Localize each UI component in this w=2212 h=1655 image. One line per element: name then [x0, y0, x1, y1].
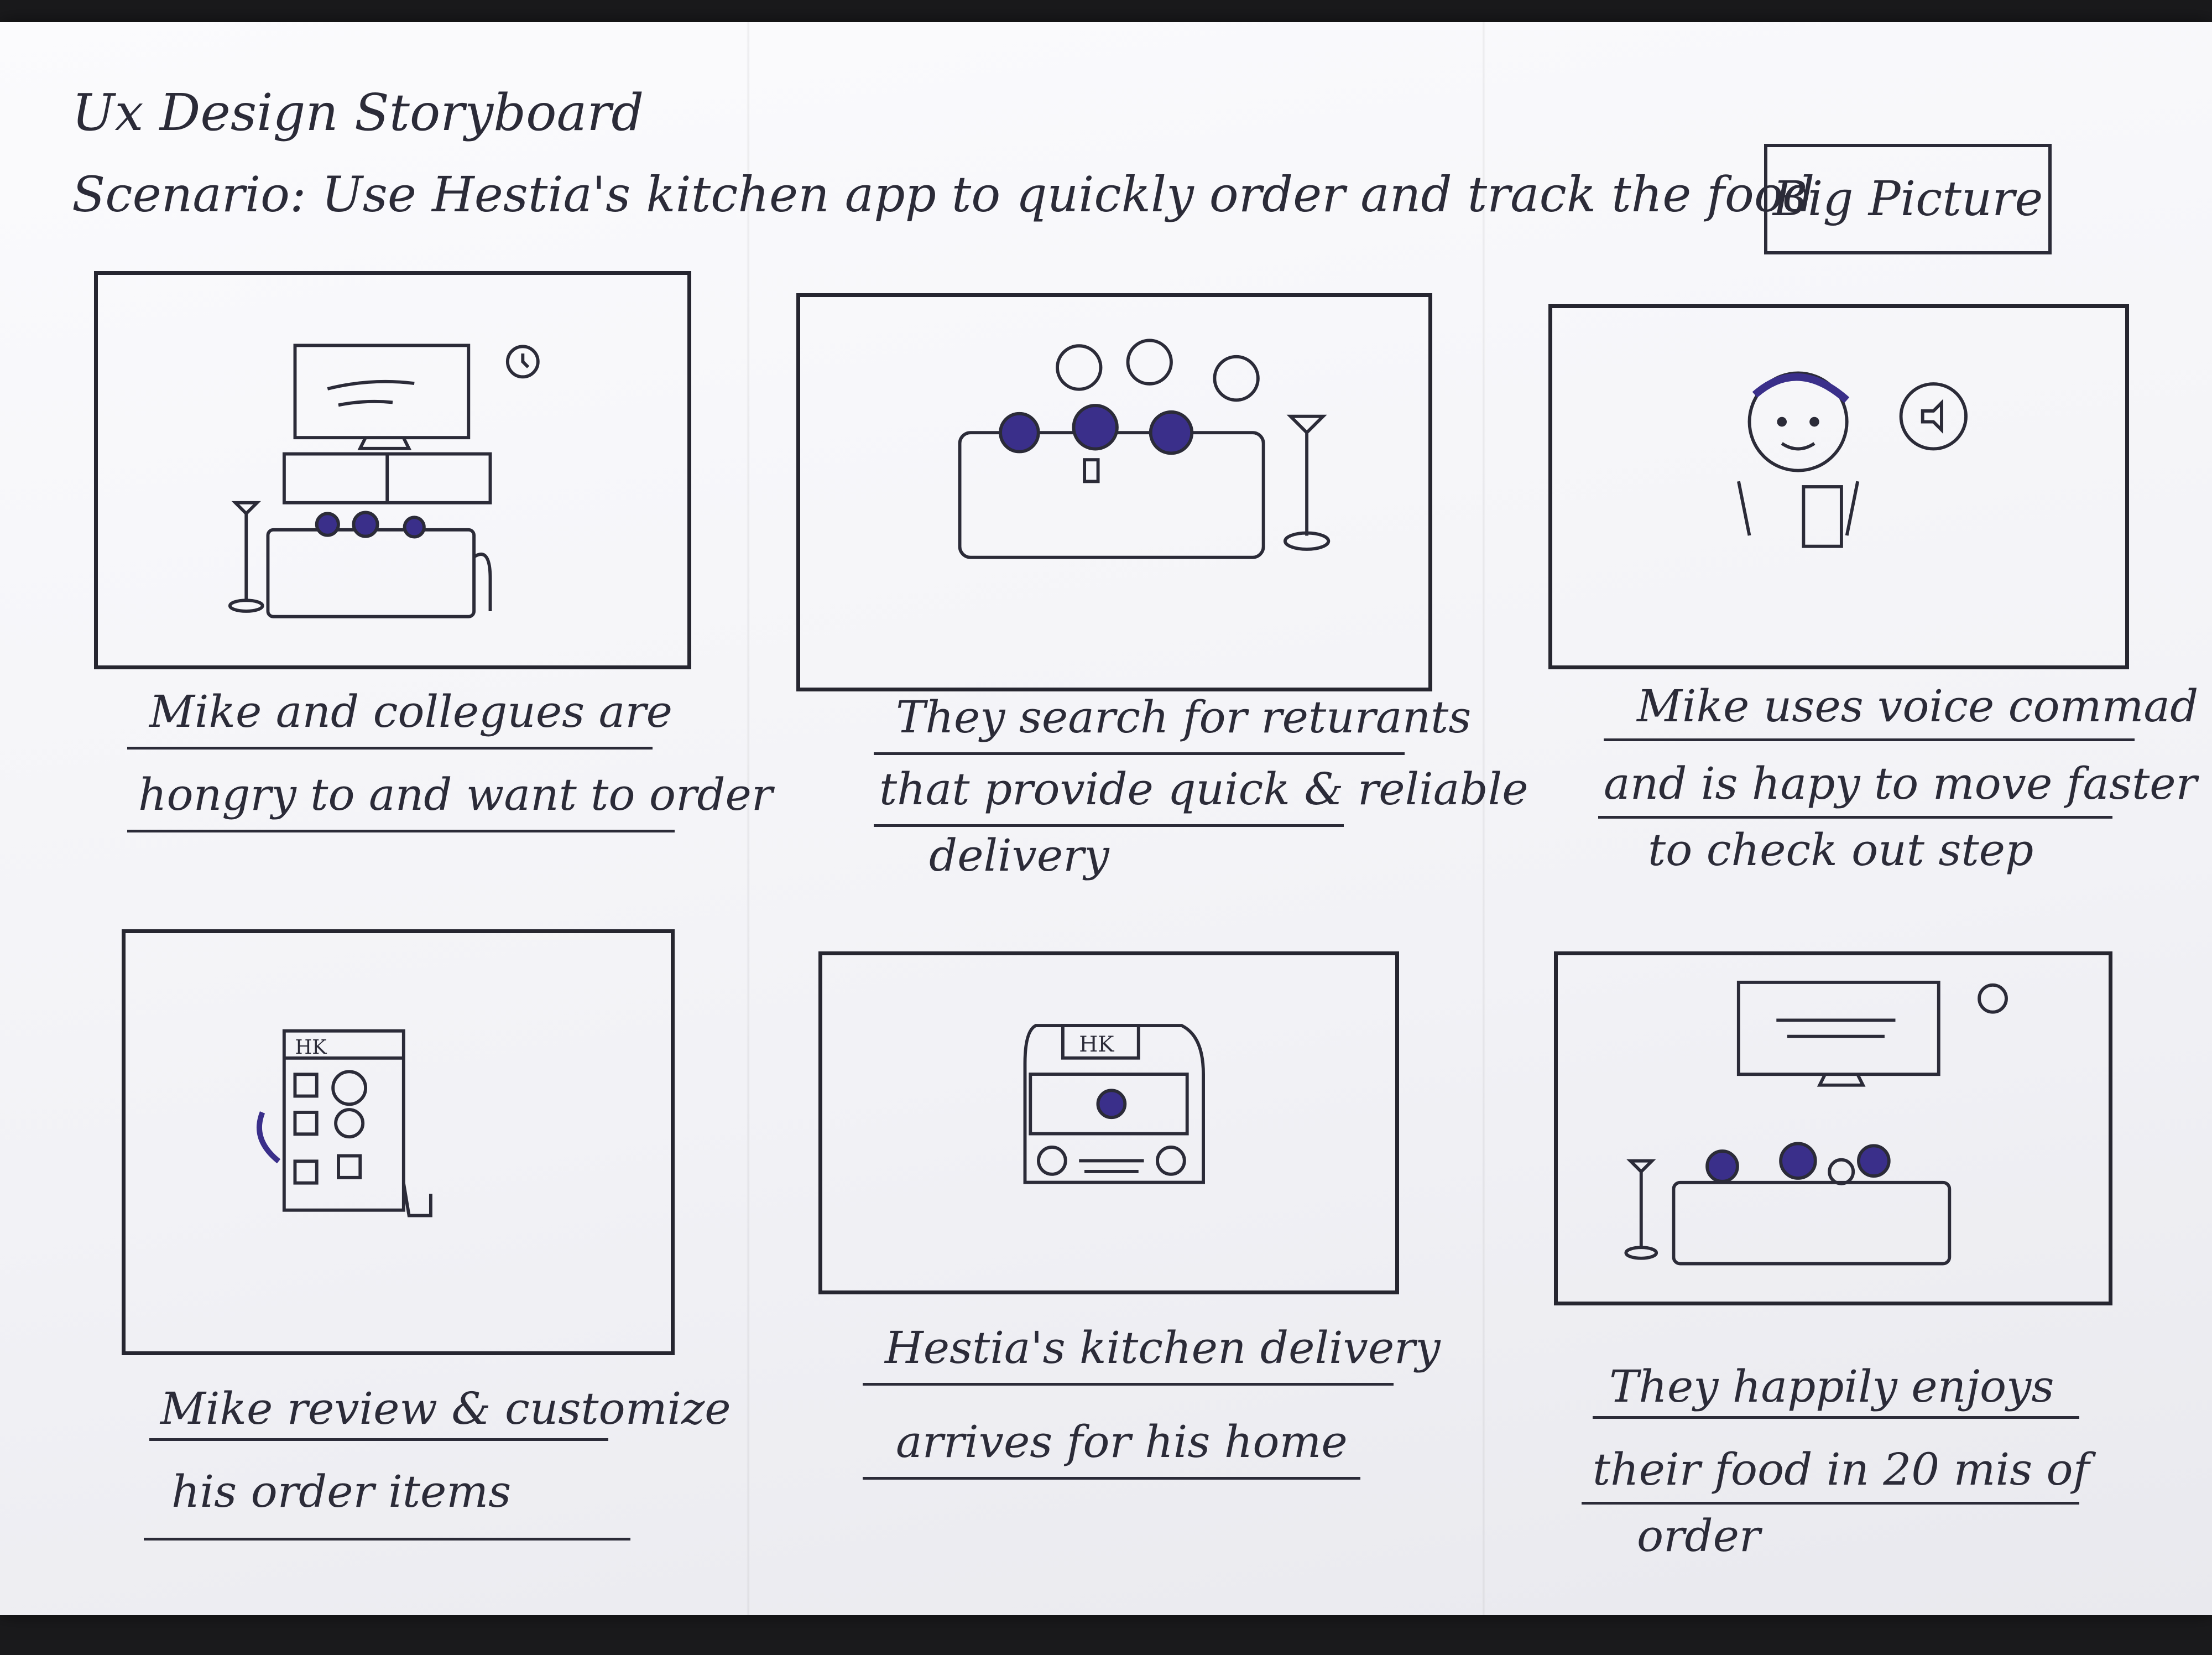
underline	[863, 1383, 1394, 1386]
sofa-icon	[958, 431, 1265, 559]
clock-icon	[1978, 983, 2008, 1014]
panel-4-caption-line-2: his order items	[171, 1466, 512, 1517]
menu-item-icon	[293, 1073, 319, 1098]
panel-4-caption-line-1: Mike review & customize	[160, 1383, 731, 1434]
panel-3-frame	[1548, 304, 2129, 669]
tv-icon	[293, 344, 471, 440]
underline	[127, 747, 653, 750]
panel-5-frame: HK	[818, 951, 1399, 1294]
menu-item-icon	[293, 1111, 319, 1136]
hand-icon	[257, 1111, 281, 1164]
panel-1-sketch	[228, 344, 540, 618]
scenario-text: Scenario: Use Hestia's kitchen app to qu…	[72, 166, 1815, 223]
panel-4-frame: HK	[122, 929, 675, 1355]
underline	[149, 1438, 608, 1441]
storyboard-title: Ux Design Storyboard	[72, 83, 644, 142]
panel-6-caption-line-1: They happily enjoys	[1609, 1361, 2054, 1412]
panel-5-caption-line-1: Hestia's kitchen delivery	[885, 1322, 1441, 1373]
phone-icon	[1802, 485, 1843, 548]
menu-item-icon	[337, 1154, 362, 1179]
sofa-icon	[266, 528, 476, 618]
phone-icon	[1083, 458, 1100, 483]
headlight-icon	[1037, 1146, 1067, 1176]
panel-6-sketch	[1624, 980, 2008, 1266]
panel-3-caption-line-3: to check out step	[1648, 824, 2034, 876]
panel-1-caption-line-1: Mike and collegues are	[149, 686, 672, 737]
tv-icon	[1736, 980, 1940, 1076]
panel-1-caption-line-2: hongry to and want to order	[138, 769, 773, 820]
panel-3-sketch	[1737, 371, 1968, 548]
panel-6-frame	[1554, 951, 2112, 1305]
panel-2-frame	[796, 293, 1432, 691]
underline	[1604, 738, 2135, 741]
underline	[1582, 1502, 2079, 1505]
underline	[874, 752, 1405, 755]
menu-item-icon	[293, 1159, 319, 1185]
app-logo-text: HK	[295, 1036, 327, 1059]
hand-pointer-icon	[401, 1183, 432, 1217]
truck-logo-text: HK	[1079, 1032, 1114, 1057]
underline	[874, 824, 1344, 827]
food-plate-icon	[1828, 1158, 1855, 1185]
panel-2-caption-line-1: They search for returants	[896, 691, 1472, 743]
food-item-icon	[331, 1070, 368, 1106]
panel-2-caption-line-3: delivery	[929, 830, 1109, 881]
panel-5-caption-line-2: arrives for his home	[896, 1416, 1348, 1467]
big-picture-box: Big Picture	[1764, 144, 2052, 254]
panel-4-sketch: HK	[257, 1029, 432, 1217]
panel-5-sketch: HK	[1023, 1024, 1205, 1184]
underline	[1593, 1416, 2079, 1419]
lamp-icon	[231, 501, 261, 516]
voice-bubble-icon	[1899, 382, 1968, 451]
lamp-icon	[1286, 414, 1327, 435]
speech-bubble-icon	[1213, 355, 1260, 402]
underline	[863, 1477, 1360, 1480]
driver-icon	[1096, 1089, 1127, 1120]
speaker-icon	[1921, 399, 1943, 434]
sofa-icon	[1672, 1180, 1952, 1266]
speech-bubble-icon	[1126, 339, 1173, 386]
panel-1-frame	[94, 271, 691, 669]
panel-3-caption-line-2: and is hapy to move faster	[1604, 758, 2197, 809]
food-item-icon	[334, 1108, 365, 1139]
paper-fold	[1482, 22, 1485, 1615]
panel-2-sketch	[958, 339, 1331, 559]
panel-6-caption-line-3: order	[1637, 1510, 1761, 1562]
lamp-icon	[1626, 1159, 1656, 1174]
underline	[144, 1538, 630, 1540]
underline	[1598, 816, 2112, 819]
panel-2-caption-line-2: that provide quick & reliable	[879, 763, 1528, 815]
panel-6-caption-line-2: their food in 20 mis of	[1593, 1444, 2090, 1495]
panel-3-caption-line-1: Mike uses voice commad	[1637, 680, 2199, 732]
underline	[127, 830, 675, 832]
speech-bubble-icon	[1056, 344, 1103, 391]
headlight-icon	[1156, 1146, 1186, 1176]
